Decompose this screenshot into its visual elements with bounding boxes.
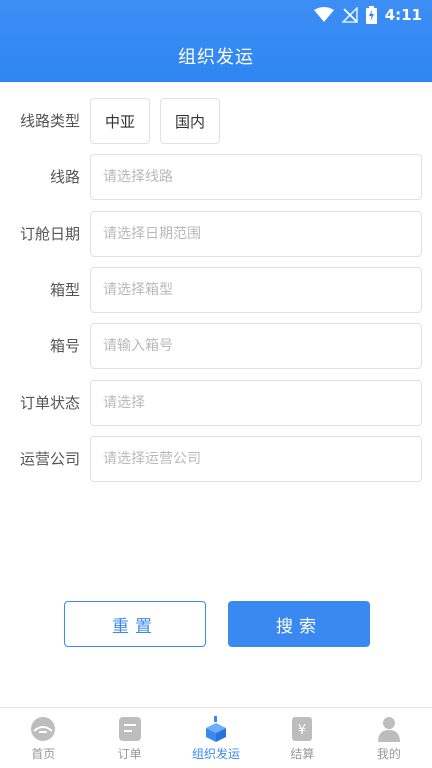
status-bar: 4:11 [313, 5, 422, 25]
carrier-row: 运营公司 [0, 436, 432, 482]
container-no-label: 箱号 [49, 337, 80, 355]
order-icon [116, 716, 144, 742]
settlement-icon: ¥ [288, 716, 316, 742]
container-type-select[interactable] [90, 267, 422, 313]
tab-settlement-label: 结算 [290, 747, 315, 761]
route-type-label: 线路类型 [19, 112, 80, 130]
tab-orders-label: 订单 [117, 747, 142, 761]
shipping-icon [202, 716, 230, 742]
container-no-row: 箱号 [0, 323, 432, 369]
carrier-label: 运营公司 [19, 450, 80, 468]
status-time: 4:11 [384, 6, 422, 24]
tab-organize-shipping[interactable]: 组织发运 [173, 708, 259, 768]
reset-button[interactable]: 重置 [64, 601, 206, 647]
app-header: 4:11 组织发运 [0, 0, 432, 82]
wifi-icon [313, 7, 334, 22]
booking-date-range-select[interactable] [90, 211, 422, 257]
tab-profile-label: 我的 [376, 747, 401, 761]
tab-home-label: 首页 [31, 747, 56, 761]
no-signal-icon [341, 7, 358, 23]
tab-organize-shipping-label: 组织发运 [192, 747, 241, 761]
battery-charging-icon [365, 6, 377, 24]
container-no-input[interactable] [90, 323, 422, 369]
profile-icon [375, 716, 403, 742]
booking-date-row: 订舱日期 [0, 211, 432, 257]
route-select[interactable] [90, 154, 422, 200]
tab-settlement[interactable]: ¥ 结算 [259, 708, 345, 768]
tab-home[interactable]: 首页 [0, 708, 86, 768]
order-status-select[interactable] [90, 380, 422, 426]
order-status-row: 订单状态 [0, 380, 432, 426]
page-title: 组织发运 [178, 47, 254, 68]
svg-text:¥: ¥ [298, 723, 306, 738]
route-label: 线路 [49, 168, 80, 186]
tab-orders[interactable]: 订单 [86, 708, 172, 768]
container-type-row: 箱型 [0, 267, 432, 313]
route-row: 线路 [0, 154, 432, 200]
route-type-row: 线路类型 中亚 国内 [0, 98, 432, 144]
route-type-option-central-asia[interactable]: 中亚 [90, 98, 150, 144]
home-icon [29, 716, 57, 742]
order-status-label: 订单状态 [19, 394, 80, 412]
container-type-label: 箱型 [49, 281, 80, 299]
tab-profile[interactable]: 我的 [346, 708, 432, 768]
search-button[interactable]: 搜索 [228, 601, 370, 647]
bottom-tab-bar: 首页 订单 组织发运 ¥ 结算 我的 [0, 707, 432, 768]
route-type-option-domestic[interactable]: 国内 [160, 98, 220, 144]
booking-date-label: 订舱日期 [19, 225, 80, 243]
carrier-select[interactable] [90, 436, 422, 482]
